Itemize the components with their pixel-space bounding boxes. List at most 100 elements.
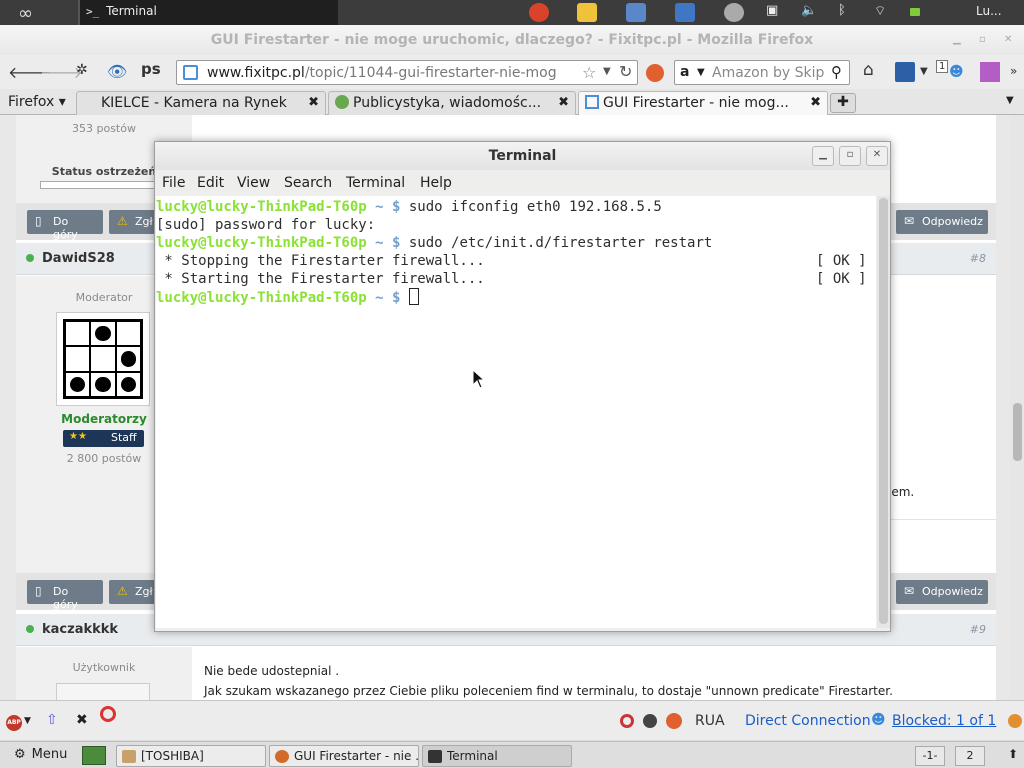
panel-task-terminal[interactable]: >_ Terminal bbox=[78, 0, 338, 25]
taskbar-item-toshiba[interactable]: [TOSHIBA] bbox=[116, 745, 266, 767]
eye-icon[interactable]: 👁 bbox=[107, 62, 127, 81]
ghost-icon[interactable]: ☻ bbox=[949, 64, 964, 80]
display-icon[interactable]: ▣ bbox=[766, 3, 786, 22]
adblock-dropdown-icon[interactable]: ▼ bbox=[24, 716, 31, 726]
volume-icon[interactable]: 🔈 bbox=[801, 3, 821, 22]
site-favicon-icon bbox=[585, 95, 599, 109]
post-author[interactable]: DawidS28 bbox=[42, 251, 115, 266]
tab-kielce[interactable]: KIELCE - Kamera na Rynek ✖ bbox=[76, 91, 326, 115]
ghost-icon[interactable]: ☻ bbox=[871, 712, 886, 728]
camera-icon[interactable] bbox=[643, 714, 657, 728]
mint-logo-icon[interactable]: ∞ bbox=[18, 3, 33, 24]
maximize-icon[interactable]: ▫ bbox=[839, 146, 861, 166]
flash-icon[interactable] bbox=[529, 3, 549, 22]
minimize-icon[interactable]: ▁ bbox=[953, 34, 961, 45]
bookmark-star-icon[interactable]: ☆ bbox=[582, 63, 596, 82]
avatar[interactable] bbox=[56, 312, 150, 406]
calendar-icon[interactable] bbox=[577, 3, 597, 22]
post-author[interactable]: kaczakkkk bbox=[42, 622, 118, 637]
url-bar[interactable]: www.fixitpc.pl/topic/11044-gui-firestart… bbox=[176, 60, 638, 85]
terminal-titlebar[interactable]: Terminal ▁ ▫ ✕ bbox=[155, 142, 890, 170]
wifi-icon[interactable]: ⌔ bbox=[874, 3, 894, 22]
toolbar-overflow-icon[interactable]: » bbox=[1010, 64, 1017, 78]
tab-bar: Firefox ▾ KIELCE - Kamera na Rynek ✖ Pub… bbox=[0, 89, 1024, 115]
reply-button[interactable]: ✉ Odpowiedz bbox=[896, 210, 988, 234]
menu-view[interactable]: View bbox=[237, 175, 270, 191]
close-icon[interactable]: ✕ bbox=[866, 146, 888, 166]
blocked-count-link[interactable]: Blocked: 1 of 1 bbox=[892, 713, 996, 729]
home-icon[interactable]: ⌂ bbox=[863, 60, 874, 80]
search-icon[interactable]: ⚲ bbox=[831, 63, 842, 81]
stop-icon[interactable] bbox=[620, 714, 634, 728]
taskbar-arrow-icon[interactable]: ⬆ bbox=[1008, 747, 1018, 761]
tab-close-icon[interactable]: ✖ bbox=[558, 95, 569, 110]
bookmarks-dropdown-icon[interactable]: ▼ bbox=[920, 66, 928, 77]
block-icon[interactable] bbox=[646, 64, 664, 82]
workspace-1[interactable]: -1- bbox=[915, 746, 945, 766]
menu-help[interactable]: Help bbox=[420, 175, 452, 191]
block-icon[interactable] bbox=[666, 713, 682, 729]
reload-icon[interactable]: ↻ bbox=[619, 62, 632, 81]
warning-icon: ⚠ bbox=[117, 584, 128, 598]
close-icon[interactable]: ✕ bbox=[1004, 34, 1012, 45]
tab-gui-firestarter[interactable]: GUI Firestarter - nie mog... ✖ bbox=[578, 91, 828, 115]
ps-icon[interactable]: ps bbox=[141, 60, 161, 78]
scrollbar-thumb[interactable] bbox=[879, 198, 888, 624]
close-addon-icon[interactable]: ✖ bbox=[76, 712, 88, 728]
reply-button[interactable]: ✉ Odpowiedz bbox=[896, 580, 988, 604]
glider-cell bbox=[115, 346, 141, 372]
taskbar-item-terminal[interactable]: Terminal bbox=[422, 745, 572, 767]
to-top-button[interactable]: ▯ Do góry bbox=[27, 210, 103, 241]
adblock-icon[interactable]: ABP bbox=[6, 715, 22, 731]
terminal-line: [sudo] password for lucky: bbox=[156, 216, 876, 234]
firefox-menu-button[interactable]: Firefox ▾ bbox=[8, 94, 66, 110]
terminal-window[interactable]: Terminal ▁ ▫ ✕ File Edit View Search Ter… bbox=[154, 141, 891, 632]
bookmarks-icon[interactable] bbox=[895, 62, 915, 82]
addon-status-icon[interactable] bbox=[1008, 714, 1022, 728]
menu-terminal[interactable]: Terminal bbox=[346, 175, 405, 191]
menu-search[interactable]: Search bbox=[284, 175, 332, 191]
url-dropdown-icon[interactable]: ▼ bbox=[603, 66, 611, 77]
post-number[interactable]: #8 bbox=[970, 252, 986, 265]
workspace-2[interactable]: 2 bbox=[955, 746, 985, 766]
terminal-output[interactable]: lucky@lucky-ThinkPad-T60p ~ $ sudo ifcon… bbox=[156, 196, 876, 628]
record-icon[interactable] bbox=[100, 706, 116, 722]
to-top-button[interactable]: ▯ Do góry bbox=[27, 580, 103, 611]
tab-close-icon[interactable]: ✖ bbox=[308, 95, 319, 110]
menu-edit[interactable]: Edit bbox=[197, 175, 224, 191]
search-engine-dropdown-icon[interactable]: ▼ bbox=[697, 67, 705, 78]
up-arrow-icon[interactable]: ⇧ bbox=[46, 712, 58, 728]
taskbar-item-firefox[interactable]: GUI Firestarter - nie ... bbox=[269, 745, 419, 767]
new-tab-button[interactable]: ✚ bbox=[830, 93, 856, 113]
language-indicator[interactable]: RUA bbox=[695, 713, 725, 729]
start-menu-button[interactable]: ⚙ Menu bbox=[14, 747, 67, 762]
terminal-line: lucky@lucky-ThinkPad-T60p ~ $ sudo ifcon… bbox=[156, 198, 876, 216]
addon-icon[interactable]: ✲ bbox=[76, 62, 88, 78]
page-icon: ▯ bbox=[35, 214, 42, 228]
amazon-icon[interactable]: a bbox=[680, 64, 689, 80]
avatar[interactable] bbox=[56, 683, 150, 700]
search-bar[interactable]: a ▼ Amazon by Skip ⚲ bbox=[674, 60, 850, 85]
grid-apps-icon[interactable] bbox=[980, 62, 1000, 82]
terminal-scrollbar[interactable] bbox=[877, 196, 890, 628]
proxy-status-link[interactable]: Direct Connection bbox=[745, 713, 871, 729]
menu-file[interactable]: File bbox=[162, 175, 185, 191]
user-menu[interactable]: Lu... bbox=[976, 4, 1002, 18]
tab-publicystyka[interactable]: Publicystyka, wiadomośc... ✖ bbox=[328, 91, 576, 115]
maximize-icon[interactable]: ▫ bbox=[979, 34, 986, 45]
minimize-icon[interactable]: ▁ bbox=[812, 146, 834, 166]
shield-icon[interactable] bbox=[675, 3, 695, 22]
scrollbar-thumb[interactable] bbox=[1013, 403, 1022, 461]
battery-icon[interactable] bbox=[910, 8, 920, 16]
post-number[interactable]: #9 bbox=[970, 623, 986, 636]
tab-list-dropdown-icon[interactable]: ▼ bbox=[1006, 95, 1014, 106]
bluetooth-icon[interactable]: ᛒ bbox=[838, 3, 858, 22]
bluetooth-red-icon[interactable] bbox=[626, 3, 646, 22]
tab-label: KIELCE - Kamera na Rynek bbox=[101, 95, 287, 111]
search-input[interactable]: Amazon by Skip bbox=[712, 65, 830, 81]
show-desktop-icon[interactable] bbox=[82, 746, 106, 765]
notification-badge[interactable]: 1 bbox=[936, 60, 949, 73]
page-scrollbar[interactable] bbox=[1010, 115, 1024, 700]
tab-close-icon[interactable]: ✖ bbox=[810, 95, 821, 110]
update-icon[interactable] bbox=[724, 3, 744, 22]
